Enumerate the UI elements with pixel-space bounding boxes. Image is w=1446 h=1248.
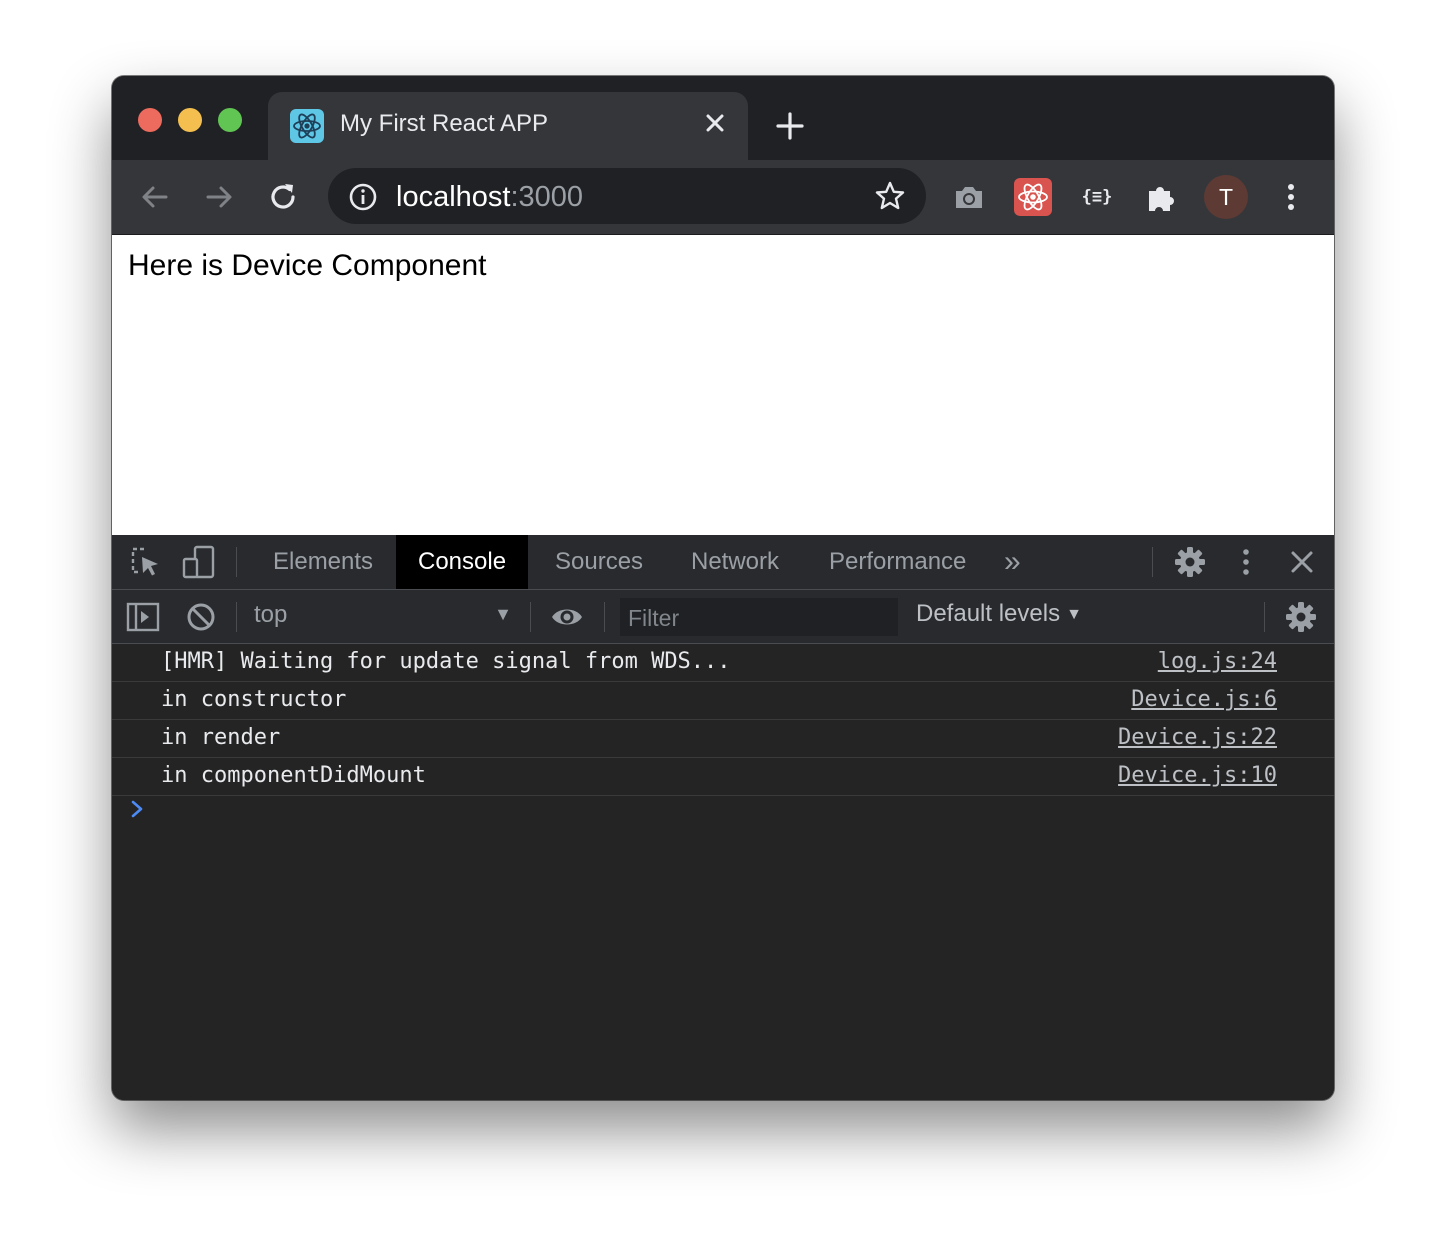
dropdown-caret-icon: ▼: [1066, 606, 1082, 623]
url-port: :3000: [510, 181, 584, 213]
bookmark-star-icon[interactable]: [874, 180, 906, 212]
tab-elements[interactable]: Elements: [251, 535, 395, 589]
console-settings-gear-icon[interactable]: [1284, 600, 1318, 634]
live-expression-eye-icon[interactable]: [550, 600, 584, 634]
minimize-window-button[interactable]: [178, 108, 202, 132]
address-bar[interactable]: localhost:3000: [328, 168, 926, 224]
console-toolbar: top ▼ Filter Default levels ▼: [112, 590, 1334, 644]
context-select-value: top: [254, 601, 288, 628]
react-devtools-extension-icon[interactable]: [1014, 178, 1052, 216]
tab-title: My First React APP: [340, 110, 549, 137]
log-message: [HMR] Waiting for update signal from WDS…: [161, 649, 731, 674]
react-logo-icon: [290, 109, 324, 143]
browser-tab[interactable]: My First React APP: [268, 92, 748, 160]
devtools-tab-bar: Elements Console Sources Network Perform…: [112, 535, 1334, 590]
tab-bar-separator: [236, 547, 237, 577]
browser-toolbar: localhost:3000 {≡} T: [112, 160, 1334, 234]
log-source-link[interactable]: Device.js:10: [1118, 763, 1277, 788]
console-filter-input[interactable]: Filter: [620, 598, 898, 636]
tab-bar-separator: [1152, 547, 1153, 577]
settings-gear-icon[interactable]: [1173, 545, 1207, 579]
url-text: localhost:3000: [396, 181, 583, 214]
console-bar-separator: [530, 602, 531, 632]
zoom-window-button[interactable]: [218, 108, 242, 132]
dropdown-caret-icon: ▼: [494, 604, 512, 624]
console-log-row: in componentDidMount Device.js:10: [112, 758, 1334, 796]
site-info-icon[interactable]: [348, 182, 378, 212]
close-window-button[interactable]: [138, 108, 162, 132]
page-content-text: Here is Device Component: [128, 249, 487, 282]
more-tabs-chevron-icon[interactable]: »: [1004, 545, 1021, 579]
log-source-link[interactable]: Device.js:22: [1118, 725, 1277, 750]
tab-console[interactable]: Console: [396, 535, 529, 589]
log-levels-label: Default levels: [916, 600, 1061, 627]
console-bar-separator: [236, 602, 237, 632]
console-bar-separator: [1264, 602, 1265, 632]
screenshot-camera-icon[interactable]: [950, 178, 988, 216]
url-host: localhost: [396, 181, 511, 213]
browser-menu-icon[interactable]: [1272, 178, 1310, 216]
console-log-row: in constructor Device.js:6: [112, 682, 1334, 720]
console-bar-separator: [604, 602, 605, 632]
console-log-row: in render Device.js:22: [112, 720, 1334, 758]
log-source-link[interactable]: Device.js:6: [1131, 687, 1277, 712]
log-message: in render: [161, 725, 281, 750]
tab-sources[interactable]: Sources: [533, 535, 665, 589]
title-bar: My First React APP: [112, 76, 1334, 160]
tab-performance[interactable]: Performance: [807, 535, 988, 589]
reload-icon[interactable]: [264, 178, 302, 216]
console-prompt-chevron-icon[interactable]: [130, 799, 146, 819]
devtools-menu-icon[interactable]: [1229, 545, 1263, 579]
log-message: in constructor: [161, 687, 347, 712]
console-log-list: [HMR] Waiting for update signal from WDS…: [112, 644, 1334, 796]
log-message: in componentDidMount: [161, 763, 426, 788]
new-tab-icon[interactable]: [772, 108, 808, 144]
close-devtools-icon[interactable]: [1285, 545, 1319, 579]
close-tab-icon[interactable]: [698, 106, 732, 140]
log-source-link[interactable]: log.js:24: [1158, 649, 1277, 674]
log-levels-dropdown[interactable]: Default levels ▼: [916, 600, 1082, 628]
device-toolbar-icon[interactable]: [182, 545, 216, 579]
profile-avatar[interactable]: T: [1204, 175, 1248, 219]
browser-window: My First React APP localhost:3000 {≡} T …: [112, 76, 1334, 1100]
context-select[interactable]: top ▼: [254, 601, 512, 633]
clear-console-icon[interactable]: [184, 600, 218, 634]
show-sidebar-icon[interactable]: [126, 600, 160, 634]
page-viewport: Here is Device Component: [112, 235, 1334, 535]
forward-arrow-icon[interactable]: [200, 178, 238, 216]
json-formatter-extension-icon[interactable]: {≡}: [1078, 178, 1116, 216]
inspect-element-icon[interactable]: [128, 545, 162, 579]
extensions-puzzle-icon[interactable]: [1142, 178, 1180, 216]
tab-network[interactable]: Network: [669, 535, 801, 589]
back-arrow-icon[interactable]: [136, 178, 174, 216]
console-log-row: [HMR] Waiting for update signal from WDS…: [112, 644, 1334, 682]
devtools-panel: Elements Console Sources Network Perform…: [112, 535, 1334, 1100]
